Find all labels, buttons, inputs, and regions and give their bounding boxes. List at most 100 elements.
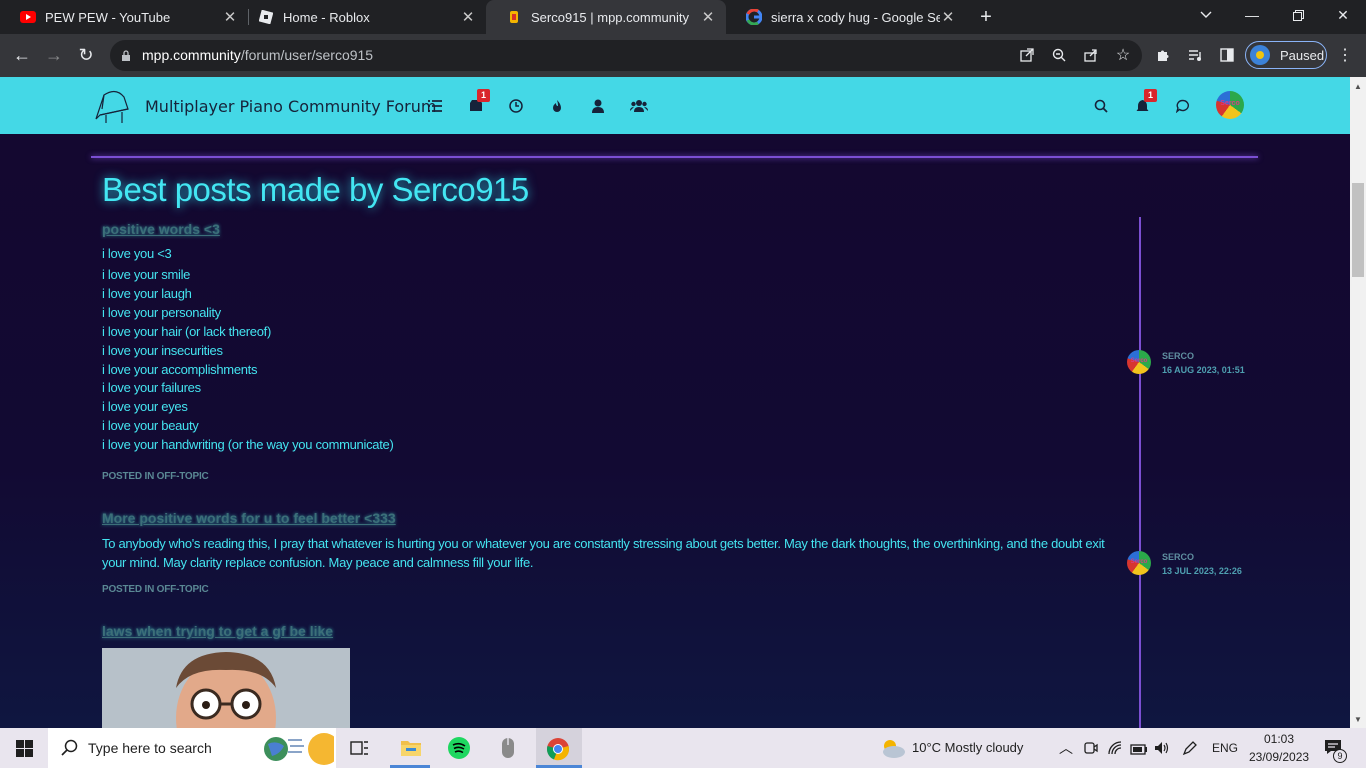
scroll-down-arrow[interactable]: ▼ (1350, 712, 1366, 726)
post-line: i love your failures (102, 380, 201, 395)
weather-text[interactable]: 10°C Mostly cloudy (912, 740, 1023, 755)
post-title-link[interactable]: positive words <3 (102, 221, 220, 237)
tab-strip: PEW PEW - YouTube ✕ Home - Roblox ✕ Serc… (0, 0, 1366, 34)
page-scrollbar[interactable] (1350, 77, 1366, 728)
user-icon[interactable] (588, 96, 608, 116)
open-in-app-icon[interactable] (1017, 45, 1037, 65)
wifi-icon[interactable] (1108, 741, 1124, 760)
post-line: i love your personality (102, 305, 221, 320)
windows-start-icon[interactable] (16, 740, 33, 762)
site-navbar: Multiplayer Piano Community Forum 1 1 Se… (0, 77, 1350, 134)
lock-icon[interactable] (116, 46, 136, 66)
close-window-button[interactable]: ✕ (1320, 0, 1366, 30)
post-line: i love your hair (or lack thereof) (102, 324, 271, 339)
google-icon (746, 9, 762, 25)
forward-button[interactable]: → (40, 41, 68, 69)
groups-icon[interactable] (629, 96, 649, 116)
profile-avatar (1250, 45, 1270, 65)
profile-label: Paused (1280, 47, 1325, 63)
post-category-link[interactable]: POSTED IN OFF-TOPIC (102, 471, 209, 482)
mouse-app-icon[interactable] (501, 737, 515, 764)
share-icon[interactable] (1081, 45, 1101, 65)
close-icon[interactable]: ✕ (222, 8, 238, 26)
clock-time[interactable]: 01:03 (1264, 732, 1294, 746)
post-title-link[interactable]: laws when trying to get a gf be like (102, 623, 333, 639)
recent-icon[interactable] (506, 96, 526, 116)
post-line: i love your smile (102, 267, 191, 282)
scroll-up-arrow[interactable]: ▲ (1350, 79, 1366, 93)
chat-badge: 1 (477, 89, 490, 102)
spotify-icon[interactable] (448, 737, 470, 764)
timeline-line (1139, 217, 1141, 728)
sidebar-icon[interactable] (1217, 45, 1237, 65)
file-explorer-icon[interactable] (400, 738, 422, 763)
weather-cloud-icon[interactable] (878, 737, 906, 764)
page-title: Best posts made by Serco915 (102, 171, 529, 208)
post-author[interactable]: SERCO (1162, 351, 1194, 361)
user-avatar[interactable]: Serco (1216, 91, 1244, 119)
url-text[interactable]: mpp.community/forum/user/serco915 (142, 47, 373, 63)
clock-date[interactable]: 23/09/2023 (1249, 750, 1309, 764)
tab-youtube[interactable]: PEW PEW - YouTube ✕ (0, 0, 248, 34)
close-icon[interactable]: ✕ (460, 8, 476, 26)
post-line: i love your insecurities (102, 343, 223, 358)
post-date[interactable]: 16 AUG 2023, 01:51 (1162, 365, 1245, 375)
post-title-link[interactable]: More positive words for u to feel better… (102, 510, 396, 526)
post-author[interactable]: SERCO (1162, 552, 1194, 562)
divider (91, 156, 1258, 158)
post-image[interactable] (102, 648, 350, 728)
notification-badge: 1 (1144, 89, 1157, 102)
scrollbar-thumb[interactable] (1352, 183, 1364, 277)
volume-icon[interactable] (1154, 741, 1170, 760)
author-avatar[interactable]: Serco (1127, 350, 1151, 374)
surprised-man-image (102, 648, 350, 728)
tab-title: PEW PEW - YouTube (45, 9, 171, 25)
search-icon[interactable] (1091, 96, 1111, 116)
battery-icon[interactable] (1130, 742, 1148, 760)
task-view-icon[interactable] (350, 739, 370, 762)
chevron-up-icon[interactable]: ︿ (1059, 738, 1073, 758)
language-indicator[interactable]: ENG (1212, 741, 1238, 755)
taskbar-search-placeholder[interactable]: Type here to search (88, 740, 212, 756)
tab-title: sierra x cody hug - Google Search (771, 9, 940, 25)
tab-google[interactable]: sierra x cody hug - Google Search ✕ (726, 0, 966, 34)
notification-count-badge: 9 (1333, 749, 1347, 763)
chat-bubble-icon[interactable] (1173, 96, 1193, 116)
minimize-button[interactable]: — (1229, 0, 1275, 30)
post-line: i love your eyes (102, 399, 188, 414)
roblox-icon (258, 9, 274, 25)
page-viewport: Multiplayer Piano Community Forum 1 1 Se… (0, 77, 1350, 728)
piano-logo-icon[interactable] (92, 85, 132, 130)
site-title[interactable]: Multiplayer Piano Community Forum (145, 97, 436, 116)
mpp-icon (506, 9, 522, 25)
restore-button[interactable] (1275, 0, 1321, 30)
post-category-link[interactable]: POSTED IN OFF-TOPIC (102, 584, 209, 595)
tab-search-button[interactable] (1183, 0, 1229, 30)
new-tab-button[interactable]: + (964, 2, 1008, 32)
post-line: i love your beauty (102, 418, 199, 433)
meet-now-icon[interactable] (1084, 741, 1098, 760)
profile-button[interactable]: Paused (1245, 41, 1327, 69)
youtube-icon (20, 9, 36, 25)
tab-title: Home - Roblox (283, 9, 370, 25)
star-icon[interactable]: ☆ (1113, 45, 1133, 65)
popular-icon[interactable] (547, 96, 567, 116)
tab-roblox[interactable]: Home - Roblox ✕ (238, 0, 486, 34)
back-button[interactable]: ← (8, 41, 36, 69)
post-date[interactable]: 13 JUL 2023, 22:26 (1162, 566, 1242, 576)
close-icon[interactable]: ✕ (940, 8, 956, 26)
reload-button[interactable]: ↻ (72, 41, 100, 69)
extensions-icon[interactable] (1153, 45, 1173, 65)
zoom-icon[interactable] (1049, 45, 1069, 65)
pen-icon[interactable] (1182, 740, 1198, 761)
tab-mpp[interactable]: Serco915 | mpp.community ✕ (486, 0, 726, 34)
chrome-icon (546, 737, 570, 766)
menu-icon[interactable]: ⋮ (1335, 45, 1355, 65)
close-icon[interactable]: ✕ (700, 8, 716, 26)
media-icon[interactable] (1185, 45, 1205, 65)
author-avatar[interactable]: Serco (1127, 551, 1151, 575)
categories-icon[interactable] (425, 96, 445, 116)
post-line: i love you <3 (102, 246, 172, 261)
screen: PEW PEW - YouTube ✕ Home - Roblox ✕ Serc… (0, 0, 1366, 768)
post-line: i love your handwriting (or the way you … (102, 437, 394, 452)
